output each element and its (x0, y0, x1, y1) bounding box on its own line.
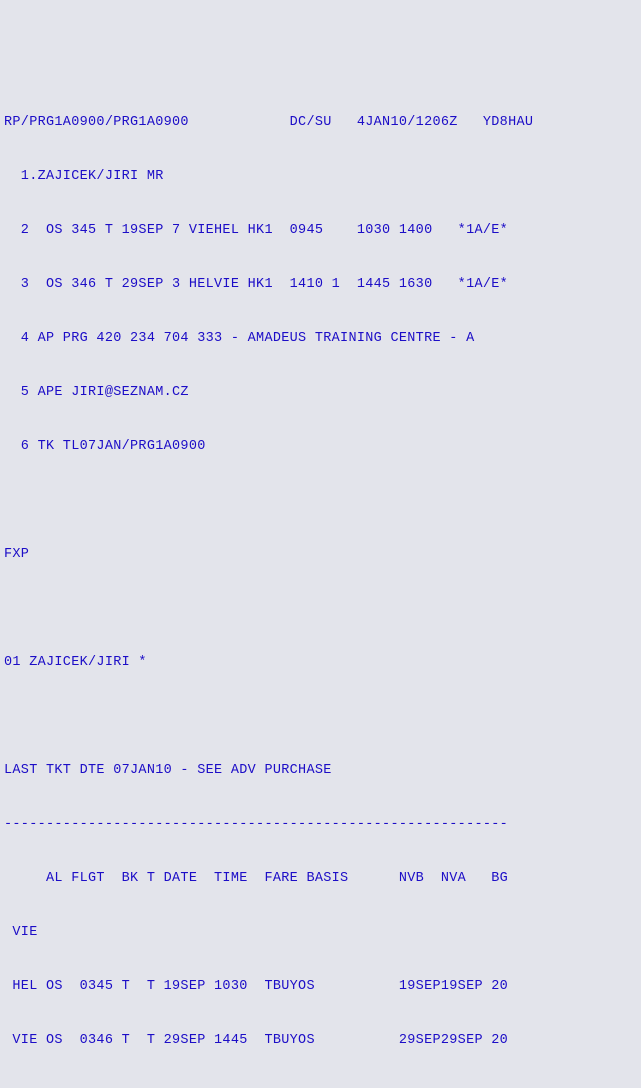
blank (4, 708, 637, 726)
terminal-screen: RP/PRG1A0900/PRG1A0900 DC/SU 4JAN10/1206… (4, 78, 637, 1088)
fare-cols: AL FLGT BK T DATE TIME FARE BASIS NVB NV… (4, 870, 637, 888)
fare-lasttkt: LAST TKT DTE 07JAN10 - SEE ADV PURCHASE (4, 762, 637, 780)
pnr-name: 1.ZAJICEK/JIRI MR (4, 168, 637, 186)
fare-row-1: HEL OS 0345 T T 19SEP 1030 TBUYOS 19SEP1… (4, 978, 637, 996)
pnr-ap: 4 AP PRG 420 234 704 333 - AMADEUS TRAIN… (4, 330, 637, 348)
separator: ----------------------------------------… (4, 816, 637, 834)
command-fxp: FXP (4, 546, 637, 564)
blank (4, 492, 637, 510)
fare-pax: 01 ZAJICEK/JIRI * (4, 654, 637, 672)
pnr-seg-2: 3 OS 346 T 29SEP 3 HELVIE HK1 1410 1 144… (4, 276, 637, 294)
pnr-tk: 6 TK TL07JAN/PRG1A0900 (4, 438, 637, 456)
fare-city-origin: VIE (4, 924, 637, 942)
blank (4, 600, 637, 618)
fare-row-2: VIE OS 0346 T T 29SEP 1445 TBUYOS 29SEP2… (4, 1032, 637, 1050)
pnr-seg-1: 2 OS 345 T 19SEP 7 VIEHEL HK1 0945 1030 … (4, 222, 637, 240)
blank (4, 1086, 637, 1088)
pnr-header: RP/PRG1A0900/PRG1A0900 DC/SU 4JAN10/1206… (4, 114, 637, 132)
pnr-ape: 5 APE JIRI@SEZNAM.CZ (4, 384, 637, 402)
